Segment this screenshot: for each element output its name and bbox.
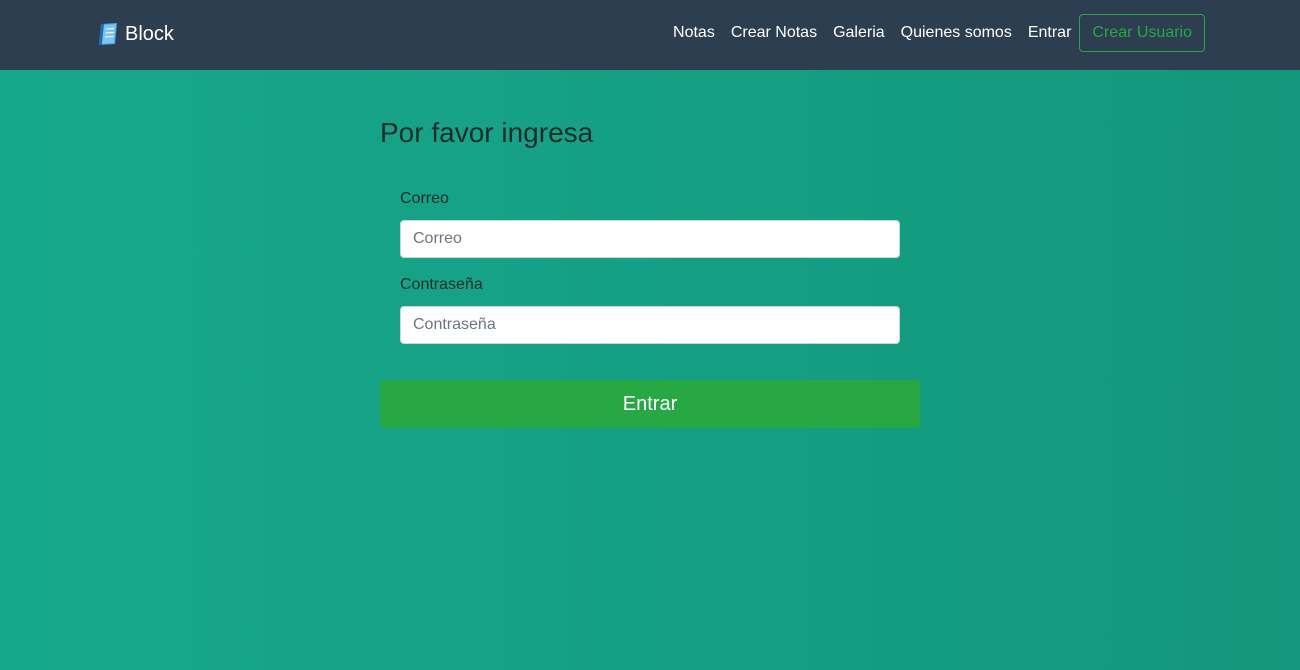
create-user-button[interactable]: Crear Usuario — [1079, 14, 1205, 52]
password-label: Contraseña — [400, 276, 483, 293]
nav-link-galeria[interactable]: Galeria — [825, 14, 893, 52]
page-title: Por favor ingresa — [380, 117, 594, 148]
brand-name: Block — [125, 22, 174, 45]
navbar: Block Notas Crear Notas Galeria Quienes … — [0, 0, 1300, 70]
password-field[interactable] — [400, 306, 900, 344]
nav-link-crear-notas[interactable]: Crear Notas — [723, 14, 825, 52]
nav-link-quienes-somos[interactable]: Quienes somos — [893, 14, 1020, 52]
email-label: Correo — [400, 190, 449, 207]
email-field[interactable] — [400, 220, 900, 258]
nav-link-notas[interactable]: Notas — [665, 14, 723, 52]
nav-links: Notas Crear Notas Galeria Quienes somos … — [665, 14, 1205, 52]
notebook-icon — [99, 23, 117, 45]
nav-link-entrar[interactable]: Entrar — [1020, 14, 1080, 52]
login-button[interactable]: Entrar — [380, 380, 920, 428]
brand-link[interactable]: Block — [95, 20, 174, 48]
